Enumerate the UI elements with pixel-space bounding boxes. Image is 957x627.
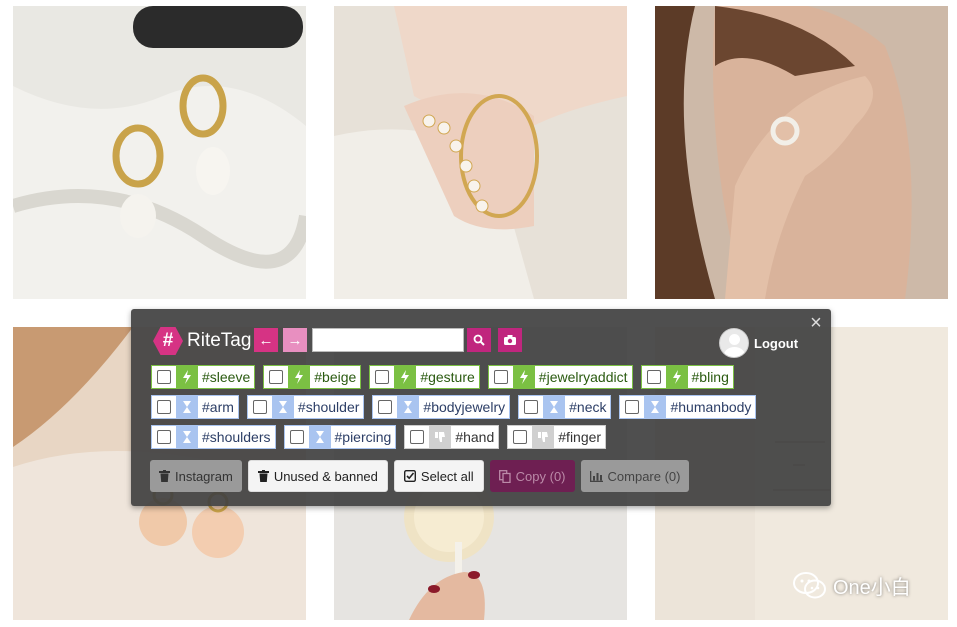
tag-shoulders[interactable]: #shoulders: [151, 425, 276, 449]
tag-checkbox[interactable]: [157, 430, 171, 444]
tag-label: #sleeve: [202, 369, 251, 385]
tag-checkbox[interactable]: [157, 400, 171, 414]
select-all-label: Select all: [420, 468, 474, 484]
hourglass-icon: [644, 396, 667, 418]
tag-shoulder[interactable]: #shoulder: [246, 395, 365, 419]
tag-checkbox[interactable]: [375, 370, 390, 384]
hourglass-icon: [271, 396, 294, 418]
watermark: One小白: [793, 571, 911, 600]
tag-checkbox[interactable]: [513, 430, 528, 444]
wechat-icon: [793, 571, 826, 598]
thumbs-down-icon: [532, 426, 555, 448]
tag-label: #neck: [569, 399, 607, 415]
trash-icon: [257, 470, 269, 482]
tag-jewelryaddict[interactable]: #jewelryaddict: [487, 365, 633, 389]
camera-icon: [504, 335, 516, 345]
ritetag-logo: # RiteTag: [153, 327, 251, 355]
tag-neck[interactable]: #neck: [518, 395, 612, 419]
photo-earrings[interactable]: [13, 6, 306, 299]
tag-checkbox[interactable]: [252, 400, 267, 414]
close-icon[interactable]: ×: [807, 313, 825, 333]
lightning-icon: [665, 366, 688, 388]
tag-label: #bling: [691, 369, 729, 385]
tag-label: #shoulder: [297, 399, 360, 415]
tag-label: #shoulders: [202, 429, 271, 445]
copy-label: Copy (0): [515, 468, 566, 484]
tag-gesture[interactable]: #gesture: [369, 365, 480, 389]
photo-bracelet[interactable]: [334, 6, 627, 299]
hourglass-icon: [176, 426, 198, 448]
user-menu[interactable]: Logout: [719, 328, 798, 358]
tag-label: #gesture: [420, 369, 475, 385]
tag-sleeve[interactable]: #sleeve: [151, 365, 256, 389]
lightning-icon: [288, 366, 311, 388]
tag-bling[interactable]: #bling: [640, 365, 734, 389]
tag-label: #jewelryaddict: [538, 369, 628, 385]
tag-checkbox[interactable]: [378, 400, 393, 414]
tag-label: #bodyjewelry: [423, 399, 506, 415]
unused-banned-button[interactable]: Unused & banned: [247, 460, 388, 492]
image-search-button[interactable]: [498, 328, 522, 352]
tag-row-3: #shoulders #piercing #hand #finger: [151, 425, 614, 451]
tag-label: #piercing: [334, 429, 392, 445]
thumbs-down-icon: [429, 426, 452, 448]
tag-checkbox[interactable]: [410, 430, 425, 444]
search-button[interactable]: [467, 328, 491, 352]
checkbox-checked-icon: [403, 470, 416, 482]
hourglass-icon: [543, 396, 566, 418]
search-input[interactable]: [312, 328, 464, 352]
tag-label: #finger: [558, 429, 602, 445]
tag-checkbox[interactable]: [646, 370, 661, 384]
hourglass-icon: [397, 396, 420, 418]
tag-beige[interactable]: #beige: [263, 365, 362, 389]
tag-bodyjewelry[interactable]: #bodyjewelry: [372, 395, 511, 419]
tag-piercing[interactable]: #piercing: [283, 425, 397, 449]
tag-row-2: #arm #shoulder #bodyjewelry #neck #human…: [151, 395, 764, 421]
bar-chart-icon: [589, 470, 603, 482]
magnifier-icon: [473, 334, 485, 346]
compare-label: Compare (0): [607, 468, 681, 484]
tag-label: #hand: [455, 429, 495, 445]
tag-checkbox[interactable]: [524, 400, 539, 414]
action-bar: Instagram Unused & banned Select all Cop…: [150, 460, 695, 492]
trash-icon: [159, 470, 170, 482]
tag-label: #beige: [314, 369, 357, 385]
tag-label: #humanbody: [670, 399, 752, 415]
compare-button[interactable]: Compare (0): [580, 460, 690, 492]
tag-finger[interactable]: #finger: [507, 425, 607, 449]
tag-checkbox[interactable]: [625, 400, 640, 414]
tag-row-1: #sleeve #beige #gesture #jewelryaddict #…: [151, 365, 742, 391]
tag-humanbody[interactable]: #humanbody: [619, 395, 757, 419]
logout-link[interactable]: Logout: [754, 336, 798, 351]
avatar: [719, 328, 749, 358]
instagram-button-label: Instagram: [175, 468, 233, 484]
instagram-button[interactable]: Instagram: [150, 460, 242, 492]
back-button[interactable]: ←: [254, 328, 278, 352]
lightning-icon: [512, 366, 535, 388]
tag-checkbox[interactable]: [289, 430, 304, 444]
tag-arm[interactable]: #arm: [151, 395, 239, 419]
tag-checkbox[interactable]: [269, 370, 284, 384]
hashtag-logo-icon: #: [153, 327, 183, 355]
copy-icon: [498, 469, 511, 483]
copy-button[interactable]: Copy (0): [489, 460, 575, 492]
tag-label: #arm: [202, 399, 234, 415]
arrow-right-icon: →: [287, 331, 303, 349]
lightning-icon: [176, 366, 198, 388]
forward-button[interactable]: →: [283, 328, 307, 352]
lightning-icon: [394, 366, 417, 388]
ritetag-panel: × # RiteTag ← → Logout #sleeve #beige #g…: [131, 309, 831, 506]
hourglass-icon: [176, 396, 198, 418]
select-all-button[interactable]: Select all: [393, 460, 484, 492]
unused-banned-label: Unused & banned: [273, 468, 378, 484]
photo-ring-portrait[interactable]: [655, 6, 948, 299]
tag-checkbox[interactable]: [157, 370, 171, 384]
tag-checkbox[interactable]: [493, 370, 508, 384]
arrow-left-icon: ←: [258, 331, 274, 349]
hourglass-icon: [308, 426, 331, 448]
watermark-text: One小白: [833, 577, 911, 599]
brand-name: RiteTag: [187, 330, 252, 351]
tag-hand[interactable]: #hand: [404, 425, 500, 449]
